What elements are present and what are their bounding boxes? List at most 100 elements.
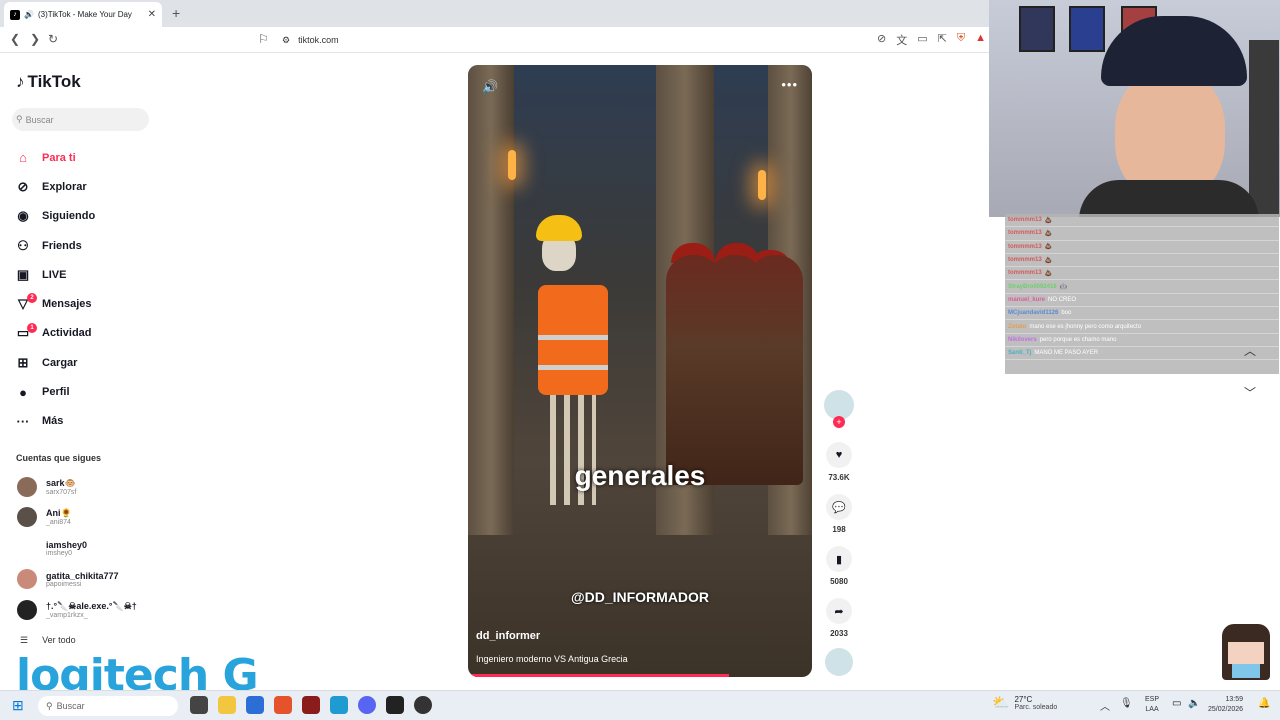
account-handle: _vamp1rkzx_ — [46, 612, 88, 619]
network-icon[interactable]: ▭ — [1172, 698, 1181, 709]
forward-icon[interactable]: ❯ — [30, 32, 40, 46]
share-arrow-icon: ➦ — [826, 598, 852, 624]
reload-icon[interactable]: ↻ — [48, 32, 58, 46]
sidebar-item-explorar[interactable]: ⊘ Explorar — [14, 172, 154, 201]
scroll-down-icon[interactable]: ﹀ — [1244, 384, 1256, 401]
following-account[interactable]: †.°🔪☠ale.exe.°🔪☠† _vamp1rkzx_ — [17, 600, 157, 620]
search-placeholder: Buscar — [25, 114, 54, 125]
sidebar-item-label: Actividad — [42, 327, 92, 340]
taskbar-clock[interactable]: 13:59 25/02/2026 — [1208, 695, 1243, 715]
tab-close-icon[interactable]: ✕ — [148, 9, 156, 20]
site-info-icon[interactable]: ⚙ — [282, 35, 290, 46]
file-explorer-icon[interactable] — [218, 696, 236, 714]
tiktok-logo[interactable]: ♪ TikTok — [16, 72, 81, 92]
sidebar-item-actividad[interactable]: ▭ 1 Actividad — [14, 319, 154, 348]
keyboard-layout: LAA — [1145, 706, 1159, 713]
sidebar-item-mensajes[interactable]: ▽ 2 Mensajes — [14, 289, 154, 318]
avatar — [17, 538, 37, 558]
following-account[interactable]: sark🐵 sarx707sf — [17, 477, 157, 497]
follow-plus-icon[interactable]: + — [833, 416, 845, 428]
account-name: sark🐵 — [46, 478, 76, 488]
comment-button[interactable]: 💬 198 — [823, 494, 855, 534]
share-button[interactable]: ➦ 2033 — [823, 598, 855, 638]
sidebar-item-label: Friends — [42, 239, 82, 252]
discord-icon[interactable] — [358, 696, 376, 714]
chat-message: Santi_Tj MANO ME PASO AYER — [1005, 347, 1279, 361]
like-button[interactable]: ♥ 73.6K — [823, 442, 855, 482]
sidebar-item-siguiendo[interactable]: ◉ Siguiendo — [14, 202, 154, 231]
tracking-icon[interactable]: ⊘ — [877, 32, 886, 48]
speaker-icon[interactable]: 🔊 — [24, 10, 34, 19]
sidebar-item-label: Explorar — [42, 180, 87, 193]
following-avatar-icon: ◉ — [17, 208, 29, 224]
sidebar-item-cargar[interactable]: ⊞ Cargar — [14, 348, 154, 377]
following-account[interactable]: Ani🌻 _ani874 — [17, 507, 157, 527]
capcut-icon[interactable] — [386, 696, 404, 714]
following-account[interactable]: iamshey0 imshey0 — [17, 538, 157, 558]
browser-tab[interactable]: ♪ 🔊 (3)TikTok - Make Your Day ✕ — [4, 2, 162, 27]
account-handle: _ani874 — [46, 519, 71, 526]
shield-icon[interactable]: ⛨ — [957, 32, 965, 48]
warning-icon[interactable]: ▲ — [975, 32, 986, 48]
video-player[interactable]: 🔊 ••• generales @DD_INFORMADOR dd_inform… — [468, 65, 812, 677]
chat-message: Zotato mano ese es jhonny pero como arqui… — [1005, 320, 1279, 334]
notification-bell-icon[interactable]: 🔔 — [1258, 698, 1270, 709]
bookmark-icon[interactable]: ⚐ — [258, 32, 269, 46]
cast-icon[interactable]: ▭ — [917, 32, 927, 48]
following-account[interactable]: gatita_chikita777 papoimessi — [17, 569, 157, 589]
weather-sun-icon: ⛅ — [992, 694, 1010, 710]
more-options-icon[interactable]: ••• — [781, 77, 798, 92]
music-disc-icon — [825, 648, 853, 676]
chat-text: boo — [1061, 310, 1072, 317]
chat-text: 💩 — [1044, 270, 1053, 277]
sidebar-item-friends[interactable]: ⚇ Friends — [14, 231, 154, 260]
sidebar-item-label: LIVE — [42, 268, 67, 281]
creator-avatar-button[interactable]: + — [823, 390, 855, 428]
music-disc-button[interactable] — [823, 648, 855, 676]
account-name: Ani🌻 — [46, 508, 72, 518]
browser-tabbar: ♪ 🔊 (3)TikTok - Make Your Day ✕ + — [0, 0, 990, 27]
url-field[interactable]: ⚙ tiktok.com — [282, 30, 842, 50]
video-progress-bar[interactable] — [468, 674, 730, 677]
volume-icon[interactable]: 🔊 — [482, 79, 498, 95]
app-icon[interactable] — [330, 696, 348, 714]
app-icon[interactable] — [302, 696, 320, 714]
task-view-icon[interactable] — [190, 696, 208, 714]
following-section-title: Cuentas que sigues — [16, 453, 102, 463]
obs-icon[interactable] — [414, 696, 432, 714]
store-icon[interactable] — [246, 696, 264, 714]
bookmark-icon: ▮ — [826, 546, 852, 572]
see-all-link[interactable]: ☰ Ver todo — [20, 635, 76, 646]
url-text: tiktok.com — [298, 35, 339, 45]
list-icon: ☰ — [20, 635, 29, 645]
chat-text: MANO ME PASO AYER — [1034, 350, 1099, 357]
sidebar-item-perfil[interactable]: ● Perfil — [14, 377, 154, 406]
brave-browser-icon[interactable] — [274, 696, 292, 714]
share-icon[interactable]: ⇱ — [938, 32, 947, 48]
search-icon: ⚲ — [46, 700, 53, 711]
mascot-shirt — [1232, 664, 1260, 678]
taskbar-search[interactable]: ⚲ Buscar — [38, 696, 178, 716]
video-username[interactable]: dd_informer — [476, 630, 540, 642]
chat-message: Nikilovers pero porque es chamo mano — [1005, 334, 1279, 347]
weather-widget[interactable]: ⛅ 27°C Parc. soleado — [992, 694, 1057, 711]
sidebar-item-mas[interactable]: ··· Más — [14, 407, 154, 436]
tray-chevron-icon[interactable]: ︿ — [1100, 698, 1110, 713]
video-caption-overlay: generales — [574, 460, 706, 491]
translate-icon[interactable]: 文 — [896, 32, 907, 48]
account-name: gatita_chikita777 — [46, 570, 119, 581]
sidebar-item-live[interactable]: ▣ LIVE — [14, 260, 154, 289]
sidebar-item-para-ti[interactable]: ⌂ Para ti — [14, 143, 154, 172]
search-input[interactable]: ⚲ Buscar — [12, 108, 149, 131]
scroll-up-icon[interactable]: ︿ — [1244, 342, 1256, 359]
save-button[interactable]: ▮ 5080 — [823, 546, 855, 586]
comment-count: 198 — [832, 525, 846, 534]
volume-icon[interactable]: 🔈 — [1188, 698, 1200, 709]
avatar — [17, 477, 37, 497]
windows-start-icon[interactable]: ⊞ — [12, 697, 24, 714]
new-tab-button[interactable]: + — [172, 5, 180, 21]
back-icon[interactable]: ❮ — [10, 32, 20, 46]
chat-username: tommmm13 — [1008, 243, 1042, 250]
microphone-icon[interactable]: 🎙 — [1120, 698, 1133, 713]
language-indicator[interactable]: ESP LAA — [1145, 695, 1159, 715]
